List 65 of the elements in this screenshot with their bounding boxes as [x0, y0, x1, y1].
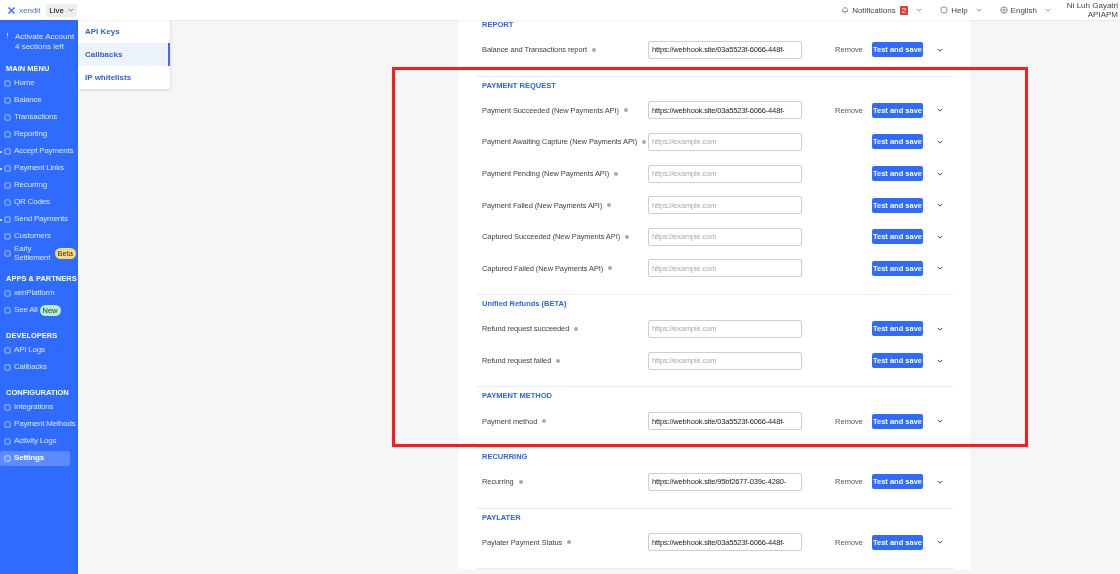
bell-icon [841, 6, 850, 14]
exclamation-icon [4, 32, 11, 39]
chevron-down-icon [68, 8, 75, 12]
info-icon [567, 540, 572, 545]
chevron-down-icon[interactable] [937, 419, 943, 424]
sidebar-item[interactable]: Balance [0, 93, 42, 108]
account-name: APIAPM [1087, 10, 1118, 19]
chevron-down-icon[interactable] [937, 540, 943, 545]
info-icon [542, 419, 547, 424]
chevron-down-icon[interactable] [937, 479, 943, 484]
sidebar-item[interactable]: Payment Links [0, 161, 64, 176]
chevron-down-icon[interactable] [937, 203, 943, 208]
chevron-down-icon[interactable] [937, 140, 943, 144]
submenu-item[interactable]: IP whitelists [78, 66, 170, 89]
sidebar-item[interactable]: Callbacks [0, 360, 47, 375]
sidebar-item[interactable]: Send Payments [0, 212, 68, 227]
sidebar-item[interactable]: Integrations [0, 400, 54, 415]
sections-left-text: 4 sections left [15, 42, 65, 52]
chevron-down-icon[interactable] [937, 234, 943, 239]
chevron-down-icon[interactable] [1044, 8, 1051, 12]
sidebar-item[interactable]: xenPlatform [0, 286, 55, 301]
notifications-button[interactable]: Notifications 2 [841, 5, 909, 15]
sidebar-item[interactable]: Activity Logs [0, 434, 57, 449]
sidebar-item[interactable]: Recurring [0, 178, 47, 193]
sidebar-item[interactable]: Payment Methods [0, 417, 76, 432]
sidebar-item[interactable]: Home [0, 76, 35, 91]
info-icon [642, 140, 647, 144]
info-icon [556, 358, 561, 363]
help-icon [940, 6, 949, 14]
language-button[interactable]: English [999, 5, 1037, 15]
sidebar-item[interactable]: Reporting [0, 127, 47, 142]
chevron-down-icon[interactable] [975, 8, 982, 12]
sidebar-item[interactable]: Early Settlement [0, 246, 53, 261]
info-icon [614, 171, 619, 176]
chevron-down-icon[interactable] [937, 326, 943, 331]
logo-text: xendit [19, 5, 41, 15]
sidebar-item[interactable]: Accept Payments [0, 144, 74, 159]
chevron-down-icon[interactable] [937, 358, 943, 363]
info-icon [591, 47, 596, 52]
globe-icon [999, 6, 1008, 14]
activate-account-link[interactable]: Activate Account [15, 32, 75, 42]
chevron-down-icon[interactable] [937, 266, 943, 271]
sidebar-item[interactable]: See All [0, 303, 38, 318]
sidebar-item[interactable]: Settings [0, 451, 70, 466]
chevron-down-icon[interactable] [916, 8, 923, 12]
logo-icon [7, 5, 16, 15]
chevron-down-icon[interactable] [937, 171, 943, 176]
help-button[interactable]: Help [940, 5, 968, 15]
submenu-item[interactable]: Callbacks [78, 43, 170, 66]
sidebar-item[interactable]: API Logs [0, 343, 45, 358]
sidebar-item[interactable]: Transactions [0, 110, 58, 125]
environment-select[interactable]: Live [46, 3, 78, 17]
user-name: Ni Luh Gayatri [1066, 1, 1118, 10]
submenu-item[interactable]: API Keys [78, 20, 170, 43]
info-icon [608, 266, 613, 271]
notification-count-badge: 2 [899, 5, 909, 15]
info-icon [518, 479, 523, 484]
chevron-down-icon[interactable] [937, 108, 943, 113]
sidebar-item[interactable]: Customers [0, 229, 51, 244]
info-icon [625, 234, 630, 239]
chevron-down-icon[interactable] [937, 47, 943, 52]
info-icon [607, 203, 612, 208]
sidebar-item[interactable]: QR Codes [0, 195, 50, 210]
info-icon [574, 326, 579, 331]
info-icon [623, 108, 628, 113]
